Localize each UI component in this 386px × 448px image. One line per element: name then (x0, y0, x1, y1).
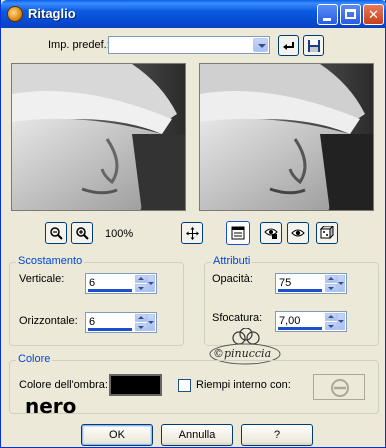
zoom-in-icon (75, 226, 89, 240)
title-bar: Ritaglio ✕ (1, 0, 386, 28)
original-preview[interactable] (11, 63, 186, 211)
move-arrows-icon (185, 226, 199, 240)
proof-button[interactable] (260, 222, 282, 244)
zoom-level: 100% (105, 228, 134, 240)
opacity-slider-bar[interactable] (278, 289, 322, 292)
disabled-icon (331, 379, 349, 397)
portrait-image (12, 64, 185, 210)
save-preset-button[interactable] (303, 35, 324, 56)
zoom-out-button[interactable] (45, 222, 67, 244)
shadow-color-label: Colore dell'ombra: (19, 379, 108, 391)
spin-up-icon[interactable] (325, 275, 337, 283)
horizontal-slider-bar[interactable] (88, 328, 132, 331)
opacity-spinner[interactable]: 75 (275, 273, 347, 294)
horizontal-spinner[interactable]: 6 (85, 312, 157, 333)
minimize-button[interactable] (317, 4, 338, 25)
blur-value: 7,00 (279, 315, 301, 327)
spin-up-icon[interactable] (135, 314, 147, 322)
opacity-label: Opacità: (212, 273, 253, 285)
annotation-text: nero (25, 394, 77, 418)
portrait-shadow-image (200, 64, 373, 210)
spin-down-icon[interactable] (135, 284, 147, 292)
spin-up-icon[interactable] (135, 275, 147, 283)
offset-group-title: Scostamento (16, 255, 85, 267)
reset-arrow-icon (282, 41, 294, 50)
fill-interior-label: Riempi interno con: (196, 379, 291, 391)
chevron-down-icon[interactable] (147, 314, 155, 331)
window-title: Ritaglio (28, 6, 76, 21)
dialog-window: Ritaglio ✕ Imp. predef.: 100% Scostament… (0, 0, 386, 448)
ok-button[interactable]: OK (81, 424, 153, 446)
eye-icon (291, 229, 305, 237)
vertical-slider-bar[interactable] (88, 289, 132, 292)
help-button[interactable]: ? (241, 424, 313, 446)
color-group-title: Colore (16, 353, 53, 365)
blur-spinner[interactable]: 7,00 (275, 311, 347, 332)
randomize-button[interactable] (316, 222, 338, 244)
cancel-button[interactable]: Annulla (161, 424, 233, 446)
preset-label: Imp. predef.: (48, 39, 110, 51)
result-preview[interactable] (199, 63, 374, 211)
pan-button[interactable] (181, 222, 203, 244)
horizontal-spin-buttons[interactable] (135, 314, 147, 331)
opacity-spin-buttons[interactable] (325, 275, 337, 292)
chevron-down-icon[interactable] (337, 275, 345, 292)
opacity-value: 75 (279, 277, 292, 289)
blur-label: Sfocatura: (212, 312, 263, 324)
spin-down-icon[interactable] (135, 323, 147, 331)
spin-down-icon[interactable] (325, 284, 337, 292)
blur-slider-bar[interactable] (278, 327, 322, 330)
vertical-value: 6 (89, 277, 96, 289)
zoom-in-button[interactable] (71, 222, 93, 244)
horizontal-label: Orizzontale: (19, 315, 78, 327)
toggle-preview-button[interactable] (226, 221, 250, 245)
shadow-color-swatch[interactable] (109, 374, 162, 396)
preset-select[interactable] (108, 36, 270, 54)
fill-interior-checkbox[interactable] (178, 379, 191, 392)
chevron-down-icon[interactable] (253, 38, 268, 52)
floppy-disk-icon (307, 39, 320, 52)
vertical-label: Verticale: (19, 273, 65, 285)
vertical-spinner[interactable]: 6 (85, 273, 157, 294)
fill-color-swatch[interactable] (313, 374, 365, 400)
spin-up-icon[interactable] (325, 313, 337, 321)
dice-icon (320, 226, 334, 240)
zoom-out-icon (49, 226, 63, 240)
reset-preset-button[interactable] (278, 35, 299, 56)
chevron-down-icon[interactable] (337, 313, 345, 330)
app-icon (7, 6, 23, 22)
eye-lock-icon (264, 228, 278, 239)
blur-spin-buttons[interactable] (325, 313, 337, 330)
attributes-group-title: Attributi (211, 255, 253, 267)
chevron-down-icon[interactable] (147, 275, 155, 292)
close-button[interactable]: ✕ (363, 4, 384, 25)
auto-proof-button[interactable] (287, 222, 309, 244)
spin-down-icon[interactable] (325, 322, 337, 330)
horizontal-value: 6 (89, 316, 96, 328)
vertical-spin-buttons[interactable] (135, 275, 147, 292)
preview-window-icon (231, 226, 245, 240)
watermark-text: ©pinuccia (213, 347, 272, 360)
maximize-button[interactable] (340, 4, 361, 25)
